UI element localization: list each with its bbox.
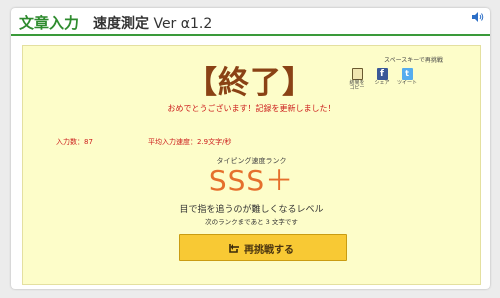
next-rank-info: 次のランクまであと 3 文字です bbox=[205, 218, 298, 226]
rank-description: 目で指を追うのが難しくなるレベル bbox=[179, 205, 324, 215]
retry-button[interactable]: 再挑戦する bbox=[179, 234, 347, 261]
facebook-share-button[interactable]: f シェア bbox=[369, 68, 395, 86]
header: 文章入力 速度測定 Ver α1.2 bbox=[11, 8, 490, 36]
facebook-icon: f bbox=[376, 68, 388, 80]
subtitle-label: 速度測定 bbox=[93, 16, 149, 32]
copy-icon bbox=[351, 68, 363, 80]
app-subtitle: 速度測定 Ver α1.2 bbox=[93, 13, 212, 33]
facebook-share-label: シェア bbox=[374, 80, 390, 86]
rank-value: SSS＋ bbox=[208, 164, 295, 197]
congrats-message: おめでとうございます！記録を更新しました！ bbox=[167, 104, 336, 113]
version-label: Ver α1.2 bbox=[153, 16, 213, 32]
retry-button-label: 再挑戦する bbox=[244, 245, 294, 256]
input-count: 入力数：87 bbox=[56, 138, 93, 146]
retry-icon bbox=[229, 244, 239, 253]
main-card: 文章入力 速度測定 Ver α1.2 【終了】 スペースキーで再挑戦 結果を コ… bbox=[11, 8, 490, 289]
copy-result-label: 結果を コピー bbox=[349, 80, 365, 91]
copy-result-button[interactable]: 結果を コピー bbox=[344, 68, 370, 91]
twitter-share-button[interactable]: t ツイート bbox=[394, 68, 420, 86]
speaker-icon[interactable] bbox=[472, 12, 484, 22]
app-title: 文章入力 bbox=[19, 14, 80, 32]
retry-key-hint: スペースキーで再挑戦 bbox=[384, 57, 443, 64]
result-heading: 【終了】 bbox=[186, 65, 314, 101]
average-speed: 平均入力速度：2.9文字/秒 bbox=[148, 138, 232, 146]
twitter-share-label: ツイート bbox=[396, 80, 417, 86]
result-panel: 【終了】 スペースキーで再挑戦 結果を コピー f シェア t ツイート おめで… bbox=[22, 45, 481, 285]
twitter-icon: t bbox=[401, 68, 413, 80]
